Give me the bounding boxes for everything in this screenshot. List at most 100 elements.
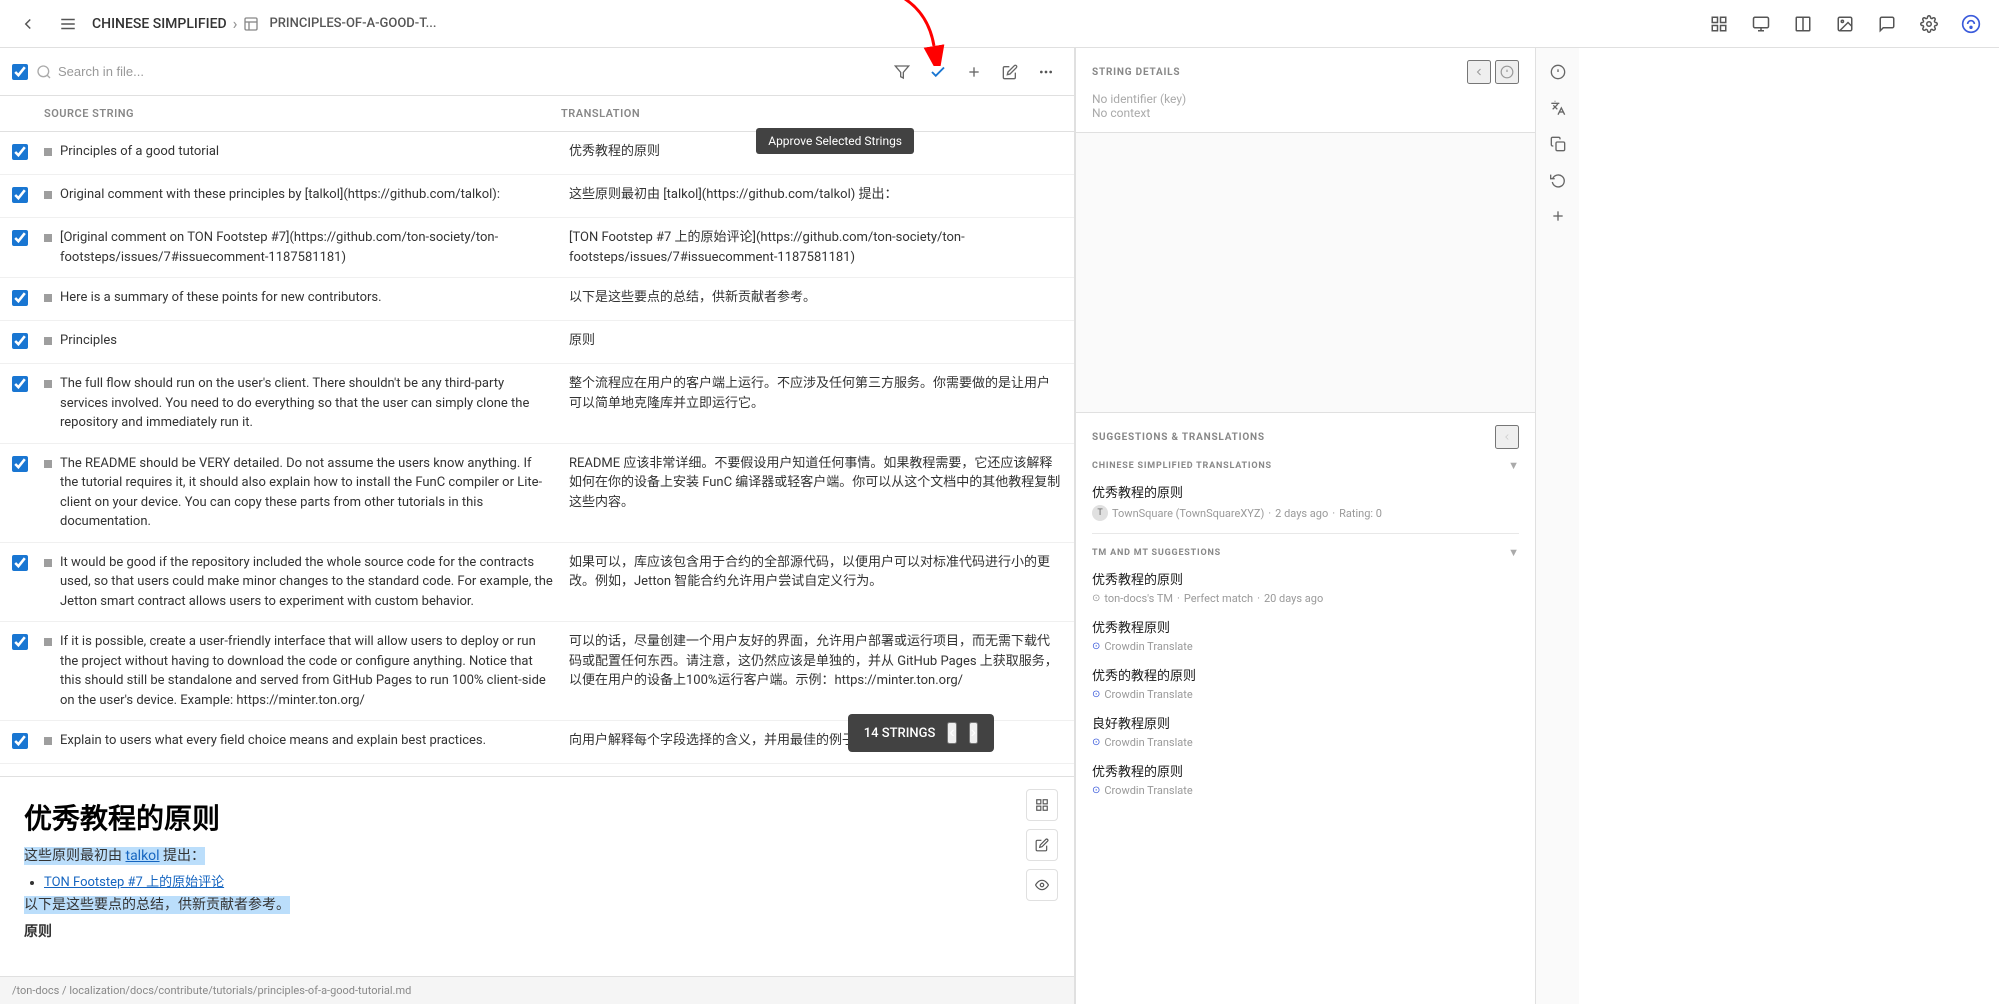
preview-talkol-link[interactable]: talkol <box>125 848 159 864</box>
avatar: T <box>1092 505 1108 521</box>
preview-text: 优秀教程的原则 这些原则最初由 talkol 提出： TON Footstep … <box>24 797 1050 943</box>
file-name[interactable]: PRINCIPLES-OF-A-GOOD-T... <box>269 16 436 31</box>
crowdin-source: Crowdin Translate <box>1104 736 1192 749</box>
back-button[interactable] <box>12 8 44 40</box>
status-dot <box>44 234 52 242</box>
suggestion-item: 优秀教程原则 ⊙ Crowdin Translate <box>1092 617 1519 653</box>
source-text: Here is a summary of these points for ne… <box>60 288 569 308</box>
row-checkbox[interactable] <box>12 376 28 392</box>
approve-button[interactable] <box>922 56 954 88</box>
image-button[interactable] <box>1829 8 1861 40</box>
status-dot <box>44 460 52 468</box>
sidebar-copy-icon[interactable] <box>1542 128 1574 160</box>
top-bar: CHINESE SIMPLIFIED › PRINCIPLES-OF-A-GOO… <box>0 0 1999 48</box>
row-checkbox[interactable] <box>12 456 28 472</box>
strings-count: 14 STRINGS <box>864 726 936 741</box>
source-text: Explain to users what every field choice… <box>60 731 569 751</box>
suggestion-item: 优秀教程的原则 ⊙ ton-docs's TM · Perfect match … <box>1092 569 1519 605</box>
crowdin-icon: ⊙ <box>1092 737 1100 748</box>
filter-button[interactable] <box>886 56 918 88</box>
row-checkbox[interactable] <box>12 290 28 306</box>
suggestion-time: 2 days ago <box>1275 507 1328 520</box>
menu-button[interactable] <box>52 8 84 40</box>
grid-tool-button[interactable] <box>1026 789 1058 821</box>
status-dot <box>44 737 52 745</box>
string-details-panel: STRING DETAILS No identifier (key) No co… <box>1076 48 1535 133</box>
add-translation-button[interactable] <box>958 56 990 88</box>
cs-translations-header[interactable]: CHINESE SIMPLIFIED TRANSLATIONS ▼ <box>1092 459 1519 472</box>
suggestion-text: 优秀教程原则 <box>1092 617 1519 636</box>
translation-text: 原则 <box>569 331 1062 351</box>
translation-text: [TON Footstep #7 上的原始评论](https://github.… <box>569 228 1062 267</box>
split-view-button[interactable] <box>1787 8 1819 40</box>
preview-footstep-link[interactable]: TON Footstep #7 上的原始评论 <box>44 875 224 890</box>
sidebar-translate-icon[interactable] <box>1542 92 1574 124</box>
preview-line3: 以下是这些要点的总结，供新贡献者参考。 <box>24 894 1050 916</box>
source-text: Principles <box>60 331 569 351</box>
select-all-checkbox[interactable] <box>12 64 28 80</box>
crowdin-source: Crowdin Translate <box>1104 784 1192 797</box>
eye-tool-button[interactable] <box>1026 869 1058 901</box>
suggestion-text: 优秀教程的原则 <box>1092 761 1519 780</box>
preview-panel: 优秀教程的原则 这些原则最初由 talkol 提出： TON Footstep … <box>0 776 1074 976</box>
project-name[interactable]: CHINESE SIMPLIFIED <box>92 16 227 32</box>
toolbar-right: Approve Selected Strings <box>886 56 1062 88</box>
row-checkbox[interactable] <box>12 634 28 650</box>
sidebar-history-icon[interactable] <box>1542 164 1574 196</box>
table-row[interactable]: Original comment with these principles b… <box>0 175 1074 218</box>
tm-dot2: · <box>1257 592 1260 605</box>
preview-line1-text: 这些原则最初由 talkol 提出： <box>24 847 205 865</box>
prev-string-button[interactable]: ‹ <box>947 722 956 744</box>
preview-principles: 原则 <box>24 921 1050 943</box>
cs-toggle-icon: ▼ <box>1508 459 1519 472</box>
edit-button[interactable] <box>994 56 1026 88</box>
table-row[interactable]: [Original comment on TON Footstep #7](ht… <box>0 218 1074 278</box>
tm-source: ton-docs's TM <box>1104 592 1173 605</box>
status-dot <box>44 380 52 388</box>
suggestions-collapse-button[interactable] <box>1495 425 1519 449</box>
tm-title: TM AND MT SUGGESTIONS <box>1092 548 1221 558</box>
top-bar-right <box>1703 8 1987 40</box>
monitor-button[interactable] <box>1745 8 1777 40</box>
translation-header: TRANSLATION <box>561 107 1062 120</box>
table-row[interactable]: It would be good if the repository inclu… <box>0 543 1074 623</box>
details-collapse-button[interactable] <box>1467 60 1491 84</box>
strings-list: Principles of a good tutorial 优秀教程的原则 Or… <box>0 132 1074 776</box>
table-row[interactable]: Principles 原则 <box>0 321 1074 364</box>
source-text: Principles of a good tutorial <box>60 142 569 162</box>
translation-text: 整个流程应在用户的客户端上运行。不应涉及任何第三方服务。你需要做的是让用户可以简… <box>569 374 1062 413</box>
settings-button[interactable] <box>1913 8 1945 40</box>
suggestion-meta: ⊙ Crowdin Translate <box>1092 640 1519 653</box>
row-checkbox[interactable] <box>12 733 28 749</box>
edit-tool-button[interactable] <box>1026 829 1058 861</box>
crowdin-button[interactable] <box>1955 8 1987 40</box>
table-row[interactable]: Here is a summary of these points for ne… <box>0 278 1074 321</box>
sidebar-add-icon[interactable] <box>1542 200 1574 232</box>
row-checkbox[interactable] <box>12 187 28 203</box>
next-string-button[interactable]: › <box>969 722 978 744</box>
row-checkbox[interactable] <box>12 144 28 160</box>
more-button[interactable] <box>1030 56 1062 88</box>
crowdin-icon: ⊙ <box>1092 689 1100 700</box>
crowdin-source: Crowdin Translate <box>1104 640 1192 653</box>
table-row[interactable]: The README should be VERY detailed. Do n… <box>0 444 1074 543</box>
details-info-button[interactable] <box>1495 60 1519 84</box>
search-input[interactable] <box>58 64 258 79</box>
suggestion-text: 优秀的教程的原则 <box>1092 665 1519 684</box>
table-row[interactable]: If it is possible, create a user-friendl… <box>0 622 1074 721</box>
tm-section-header[interactable]: TM AND MT SUGGESTIONS ▼ <box>1092 546 1519 559</box>
suggestions-section-header[interactable]: SUGGESTIONS & TRANSLATIONS <box>1092 425 1519 449</box>
right-panel: STRING DETAILS No identifier (key) No co… <box>1075 48 1535 1004</box>
suggestion-meta: ⊙ Crowdin Translate <box>1092 736 1519 749</box>
right-area: STRING DETAILS No identifier (key) No co… <box>1075 48 1999 1004</box>
grid-view-button[interactable] <box>1703 8 1735 40</box>
sidebar-info-icon[interactable] <box>1542 56 1574 88</box>
suggestion-rating: Rating: 0 <box>1339 507 1382 520</box>
tm-toggle-icon: ▼ <box>1508 546 1519 559</box>
row-checkbox[interactable] <box>12 230 28 246</box>
tm-dot: · <box>1177 592 1180 605</box>
row-checkbox[interactable] <box>12 555 28 571</box>
row-checkbox[interactable] <box>12 333 28 349</box>
chat-button[interactable] <box>1871 8 1903 40</box>
table-row[interactable]: The full flow should run on the user's c… <box>0 364 1074 444</box>
